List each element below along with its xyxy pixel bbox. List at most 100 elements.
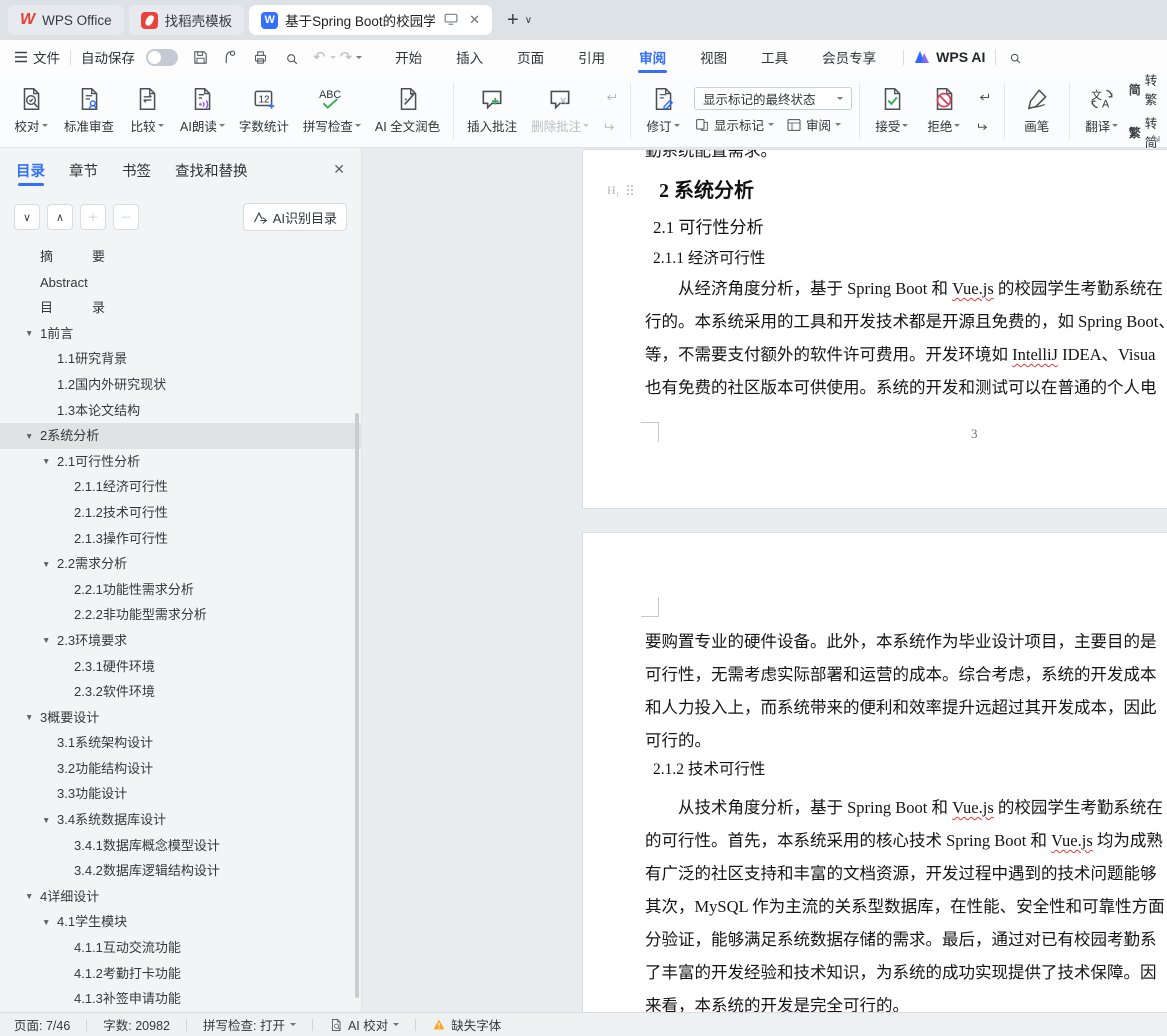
print-preview-icon[interactable] (282, 49, 299, 66)
collapse-triangle-icon[interactable]: ▼ (25, 884, 33, 910)
toc-item[interactable]: 3.4.2数据库逻辑结构设计 (0, 858, 361, 884)
expand-all-button[interactable]: ∧ (47, 204, 73, 230)
toc-item[interactable]: 2.1.2技术可行性 (0, 500, 361, 526)
toc-item[interactable]: 3.4.1数据库概念模型设计 (0, 833, 361, 859)
markup-state-dropdown[interactable]: 显示标记的最终状态 (694, 87, 852, 110)
toc-item[interactable]: 2.2.2非功能型需求分析 (0, 602, 361, 628)
standard-review-button[interactable]: 标准审查 (58, 82, 120, 139)
doc-text-line[interactable]: 勤系统配置需求。 (645, 150, 777, 161)
missing-font-warning[interactable]: 缺失字体 (432, 1015, 501, 1034)
tab-current-document[interactable]: W 基于Spring Boot的校园学生 ✕ (249, 5, 492, 35)
toc-item[interactable]: 1.3本论文结构 (0, 398, 361, 424)
toc-item[interactable]: 2.1.1经济可行性 (0, 474, 361, 500)
screen-share-icon[interactable] (444, 13, 458, 28)
sidebar-tab[interactable]: 章节 (69, 148, 98, 192)
sidebar-scrollbar[interactable] (355, 413, 359, 998)
doc-text-line[interactable]: 等，不需要支付额外的软件许可费用。开发环境如 IntelliJ IDEA、Vis… (645, 338, 1167, 371)
simplified-to-traditional-button[interactable]: 简 转繁 (1129, 70, 1161, 108)
doc-text-line[interactable]: 从技术角度分析，基于 Spring Boot 和 Vue.js 的校园学生考勤系… (645, 791, 1167, 824)
show-markup-button[interactable]: 显示标记 (694, 115, 774, 134)
toc-item[interactable]: 摘 要 (0, 244, 361, 270)
toc-item[interactable]: ▼3.4系统数据库设计 (0, 807, 361, 833)
toc-item[interactable]: ▼4.1学生模块 (0, 909, 361, 935)
delete-comment-button[interactable]: 删除批注 (525, 82, 595, 139)
accept-change-button[interactable]: 接受 (867, 82, 917, 139)
toc-item[interactable]: 2.1.3操作可行性 (0, 526, 361, 552)
doc-heading-1[interactable]: 2 系统分析 (659, 174, 754, 203)
sidebar-tab[interactable]: 查找和替换 (175, 148, 248, 192)
doc-text-line[interactable]: 了丰富的开发经验和技术知识，为系统的成功实现提供了技术保障。因 (645, 956, 1167, 989)
ai-read-aloud-button[interactable]: AI朗读 (174, 82, 231, 139)
toc-item[interactable]: 4.1.3补签申请功能 (0, 986, 361, 1012)
doc-text-line[interactable]: 可行的。 (645, 724, 1167, 757)
doc-paragraph[interactable]: 要购置专业的硬件设备。此外，本系统作为毕业设计项目，主要目的是可行性，无需考虑实… (645, 625, 1167, 757)
doc-paragraph[interactable]: 从经济角度分析，基于 Spring Boot 和 Vue.js 的校园学生考勤系… (645, 272, 1167, 404)
next-change-icon[interactable] (973, 114, 995, 134)
toc-item[interactable]: 1.2国内外研究现状 (0, 372, 361, 398)
collapse-triangle-icon[interactable]: ▼ (25, 424, 33, 450)
doc-heading-3[interactable]: 2.1.1 经济可行性 (653, 246, 765, 268)
close-tab-icon[interactable]: ✕ (469, 12, 480, 28)
doc-text-line[interactable]: 分验证，能够满足系统数据存储的需求。最后，通过对已有校园考勤系 (645, 923, 1167, 956)
insert-comment-button[interactable]: 插入批注 (461, 82, 523, 139)
autosave-toggle[interactable] (146, 49, 178, 66)
toc-item[interactable]: ▼4详细设计 (0, 884, 361, 910)
ai-polish-button[interactable]: AI 全文润色 (369, 82, 446, 139)
toc-item[interactable]: 3.3功能设计 (0, 781, 361, 807)
toc-item[interactable]: 3.2功能结构设计 (0, 756, 361, 782)
ribbon-tab-审阅[interactable]: 审阅 (622, 40, 683, 74)
toc-item[interactable]: 1.1研究背景 (0, 346, 361, 372)
doc-text-line[interactable]: 要购置专业的硬件设备。此外，本系统作为毕业设计项目，主要目的是 (645, 625, 1167, 658)
toc-item[interactable]: ▼2.2需求分析 (0, 551, 361, 577)
toc-item[interactable]: 2.3.2软件环境 (0, 679, 361, 705)
spell-check-status[interactable]: 拼写检查: 打开 (203, 1015, 296, 1034)
tab-wps-home[interactable]: W WPS Office (8, 5, 124, 35)
toc-item[interactable]: ▼3概要设计 (0, 705, 361, 731)
proofread-button[interactable]: 校对 (6, 82, 56, 139)
document-page-3[interactable]: 勤系统配置需求。 H₁ 2 系统分析 2.1 可行性分析 2.1.1 经济可行性… (583, 150, 1167, 508)
doc-text-line[interactable]: 行的。本系统采用的工具和开发技术都是开源且免费的，如 Spring Boot、 (645, 305, 1167, 338)
doc-text-line[interactable]: 其次，MySQL 作为主流的关系型数据库，在性能、安全性和可靠性方面 (645, 890, 1167, 923)
toc-item[interactable]: 目 录 (0, 295, 361, 321)
doc-text-line[interactable]: 可行性，无需考虑实际部署和运营的成本。综合考虑，系统的开发成本 (645, 658, 1167, 691)
collapse-triangle-icon[interactable]: ▼ (42, 449, 50, 475)
word-count-button[interactable]: 12 字数统计 (233, 82, 295, 139)
toc-item[interactable]: 2.3.1硬件环境 (0, 654, 361, 680)
word-count-indicator[interactable]: 字数: 20982 (103, 1015, 170, 1034)
translate-button[interactable]: 文A 翻译 (1077, 82, 1127, 139)
new-tab-button[interactable]: + (507, 9, 519, 32)
tab-list-chevron-icon[interactable]: ∨ (525, 15, 532, 26)
ink-pen-button[interactable]: 画笔 (1012, 82, 1062, 139)
toc-item[interactable]: ▼2.3环境要求 (0, 628, 361, 654)
collapse-triangle-icon[interactable]: ▼ (42, 552, 50, 578)
sidebar-tab[interactable]: 书签 (122, 148, 151, 192)
compare-button[interactable]: 比较 (122, 82, 172, 139)
ai-proofread-status[interactable]: AI 校对 (329, 1015, 399, 1034)
reviewing-pane-button[interactable]: 审阅 (786, 115, 841, 134)
doc-text-line[interactable]: 的可行性。首先，本系统采用的核心技术 Spring Boot 和 Vue.js … (645, 824, 1167, 857)
ai-recognize-toc-button[interactable]: AI识别目录 (243, 203, 347, 231)
document-page-4[interactable]: 要购置专业的硬件设备。此外，本系统作为毕业设计项目，主要目的是可行性，无需考虑实… (583, 533, 1167, 1012)
ribbon-tab-页面[interactable]: 页面 (500, 40, 561, 74)
file-menu-button[interactable]: 文件 (14, 47, 60, 67)
doc-text-line[interactable]: 从经济角度分析，基于 Spring Boot 和 Vue.js 的校园学生考勤系… (645, 272, 1167, 305)
collapse-triangle-icon[interactable]: ▼ (42, 808, 50, 834)
print-icon[interactable] (252, 49, 269, 66)
sidebar-tab[interactable]: 目录 (16, 148, 45, 192)
undo-icon[interactable]: ↶ (313, 48, 326, 66)
toc-item[interactable]: 4.1.1互动交流功能 (0, 935, 361, 961)
toc-item[interactable]: Abstract (0, 270, 361, 296)
toc-item[interactable]: 2.2.1功能性需求分析 (0, 577, 361, 603)
traditional-to-simplified-button[interactable]: 繁 转简 (1129, 113, 1161, 151)
doc-text-line[interactable]: 来看，本系统的开发是完全可行的。 (645, 989, 1167, 1012)
heading-level-marker[interactable]: H₁ (607, 183, 635, 198)
doc-text-line[interactable]: 有广泛的社区支持和丰富的文档资源，开发过程中遇到的技术问题能够 (645, 857, 1167, 890)
demote-heading-button[interactable]: － (113, 204, 139, 230)
ribbon-tab-引用[interactable]: 引用 (561, 40, 622, 74)
ribbon-tab-工具[interactable]: 工具 (744, 40, 805, 74)
toc-item[interactable]: 4.1.2考勤打卡功能 (0, 961, 361, 987)
next-comment-icon[interactable] (599, 114, 621, 134)
redo-icon[interactable]: ↷ (340, 48, 353, 66)
save-icon[interactable] (192, 49, 209, 66)
doc-heading-2[interactable]: 2.1 可行性分析 (653, 213, 764, 238)
